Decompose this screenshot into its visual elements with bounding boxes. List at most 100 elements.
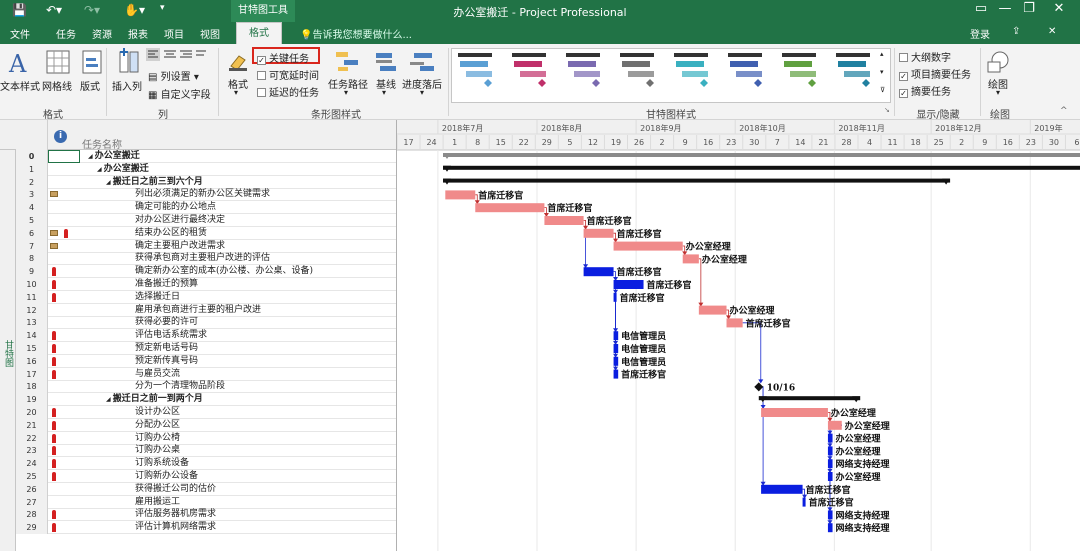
table-row[interactable]: 20 设计办公区 xyxy=(16,406,396,419)
view-side-bar[interactable]: 甘特图 xyxy=(0,150,16,551)
row-id[interactable]: 15 xyxy=(16,342,48,355)
table-row[interactable]: 29 评估计算机网络需求 xyxy=(16,521,396,535)
row-id[interactable]: 14 xyxy=(16,329,48,343)
gallery-more-icon[interactable]: ⊽ xyxy=(880,86,885,94)
task-name-column-header[interactable]: 任务名称 xyxy=(82,136,122,151)
slippage-dropdown-icon[interactable]: ▾ xyxy=(420,88,424,97)
resource-person-icon[interactable] xyxy=(52,356,56,366)
insert-column-button[interactable]: 插入列 xyxy=(112,78,142,93)
row-id[interactable]: 0 xyxy=(16,150,48,163)
task-name-cell[interactable]: 与雇员交流 xyxy=(135,368,180,381)
resource-person-icon[interactable] xyxy=(52,408,56,417)
tab-file[interactable]: 文件 xyxy=(10,26,30,41)
table-row[interactable]: 5 对办公区进行最终决定 xyxy=(16,214,396,227)
table-row[interactable]: 14 评估电话系统需求 xyxy=(16,329,396,343)
task-name-cell[interactable]: 获得必要的许可 xyxy=(135,316,198,329)
table-row[interactable]: 4 确定可能的办公地点 xyxy=(16,201,396,215)
table-row[interactable]: 0 ◢ 办公室搬迁 xyxy=(16,150,396,163)
table-row[interactable]: 21 分配办公区 xyxy=(16,418,396,432)
task-name-cell[interactable]: 雇用承包商进行主要的租户改进 xyxy=(135,304,261,317)
task-name-cell[interactable]: 订购办公椅 xyxy=(135,432,180,445)
table-row[interactable]: 1 ◢ 办公室搬迁 xyxy=(16,162,396,176)
gantt-style-swatch[interactable] xyxy=(512,53,546,87)
tab-report[interactable]: 报表 xyxy=(128,26,148,41)
task-name-cell[interactable]: 列出必须满足的新办公区关键需求 xyxy=(135,188,270,201)
resource-person-icon[interactable] xyxy=(52,472,56,481)
table-row[interactable]: 6 结束办公区的租赁 xyxy=(16,226,396,240)
customize-quick-access-icon[interactable]: ▾ xyxy=(160,3,165,13)
critical-tasks-checkbox[interactable]: ✓ 关键任务 xyxy=(257,50,309,65)
task-name-cell[interactable]: 预定新传真号码 xyxy=(135,355,198,368)
gantt-style-swatch[interactable] xyxy=(782,53,816,87)
task-name-cell[interactable]: 评估电话系统需求 xyxy=(135,329,207,342)
table-row[interactable]: 10 准备搬迁的预算 xyxy=(16,278,396,291)
row-id[interactable]: 5 xyxy=(16,214,48,227)
table-row[interactable]: 7 确定主要租户改进需求 xyxy=(16,239,396,253)
redo-icon[interactable]: ↷▾ xyxy=(84,3,100,17)
save-icon[interactable]: 💾 xyxy=(12,3,27,17)
row-id[interactable]: 25 xyxy=(16,470,48,483)
gantt-style-swatch[interactable] xyxy=(728,53,762,87)
note-icon[interactable] xyxy=(50,229,58,236)
tab-format[interactable]: 格式 xyxy=(236,22,282,44)
table-row[interactable]: 24 订购系统设备 xyxy=(16,457,396,471)
close-document-button[interactable]: ✕ xyxy=(1048,26,1056,37)
collapse-triangle-icon[interactable]: ◢ xyxy=(97,166,104,173)
resource-person-icon[interactable] xyxy=(52,331,56,341)
resource-person-icon[interactable] xyxy=(52,280,56,289)
task-name-cell[interactable]: 分为一个清理物品阶段 xyxy=(135,380,225,393)
task-name-cell[interactable]: 结束办公区的租赁 xyxy=(135,227,207,240)
outline-number-checkbox[interactable]: 大纲数字 xyxy=(899,49,951,64)
collapse-triangle-icon[interactable]: ◢ xyxy=(88,153,95,160)
row-id[interactable]: 27 xyxy=(16,495,48,509)
collapse-triangle-icon[interactable]: ◢ xyxy=(106,396,113,403)
task-name-cell[interactable]: ◢ 办公室搬迁 xyxy=(88,150,140,163)
touch-mode-icon[interactable]: ✋▾ xyxy=(124,3,145,17)
table-row[interactable]: 11 选择搬迁日 xyxy=(16,290,396,304)
table-row[interactable]: 18 分为一个清理物品阶段 xyxy=(16,380,396,394)
gantt-style-swatch[interactable] xyxy=(836,53,870,87)
gantt-style-swatch[interactable] xyxy=(620,53,654,87)
resource-person-icon[interactable] xyxy=(52,344,56,353)
resource-person-icon[interactable] xyxy=(52,292,56,302)
custom-fields-button[interactable]: ▦ 自定义字段 xyxy=(148,86,211,101)
row-id[interactable]: 22 xyxy=(16,431,48,445)
row-id[interactable]: 7 xyxy=(16,239,48,253)
late-tasks-checkbox[interactable]: 延迟的任务 xyxy=(257,84,319,99)
gantt-style-swatch[interactable] xyxy=(674,53,708,87)
layout-button[interactable]: 版式 xyxy=(80,78,100,93)
row-id[interactable]: 12 xyxy=(16,303,48,317)
row-id[interactable]: 2 xyxy=(16,175,48,189)
summary-tasks-checkbox[interactable]: ✓ 摘要任务 xyxy=(899,83,951,98)
tell-me-search[interactable]: 💡告诉我您想要做什么... xyxy=(300,26,412,41)
gallery-up-icon[interactable]: ▴ xyxy=(880,50,884,58)
row-id[interactable]: 13 xyxy=(16,316,48,330)
row-id[interactable]: 28 xyxy=(16,508,48,522)
tab-view[interactable]: 视图 xyxy=(200,26,220,41)
gantt-style-swatch[interactable] xyxy=(566,53,600,87)
table-row[interactable]: 22 订购办公椅 xyxy=(16,431,396,445)
task-path-dropdown-icon[interactable]: ▾ xyxy=(344,88,348,97)
task-name-cell[interactable]: 准备搬迁的预算 xyxy=(135,278,198,291)
tab-resource[interactable]: 资源 xyxy=(92,26,112,41)
gantt-style-swatch[interactable] xyxy=(458,53,492,87)
close-button[interactable]: ✕ xyxy=(1044,1,1074,16)
table-row[interactable]: 3 列出必须满足的新办公区关键需求 xyxy=(16,188,396,202)
drawing-dropdown-icon[interactable]: ▾ xyxy=(996,88,1000,97)
table-row[interactable]: 27 雇用搬运工 xyxy=(16,495,396,509)
gantt-styles-gallery[interactable] xyxy=(451,48,891,103)
collapse-ribbon-icon[interactable]: ^ xyxy=(1060,106,1068,116)
row-id[interactable]: 18 xyxy=(16,380,48,394)
task-name-cell[interactable]: 设计办公区 xyxy=(135,406,180,419)
row-id[interactable]: 29 xyxy=(16,521,48,535)
undo-icon[interactable]: ↶▾ xyxy=(46,3,62,17)
task-name-cell[interactable]: 评估服务器机房需求 xyxy=(135,508,216,521)
text-styles-button[interactable]: 文本样式 xyxy=(0,78,40,93)
row-id[interactable]: 26 xyxy=(16,482,48,496)
tab-project[interactable]: 项目 xyxy=(164,26,184,41)
row-id[interactable]: 4 xyxy=(16,201,48,215)
resource-person-icon[interactable] xyxy=(52,459,56,469)
task-name-cell[interactable]: 订购办公桌 xyxy=(135,444,180,457)
restore-button[interactable]: ❐ xyxy=(1014,1,1044,16)
resource-person-icon[interactable] xyxy=(52,510,56,520)
